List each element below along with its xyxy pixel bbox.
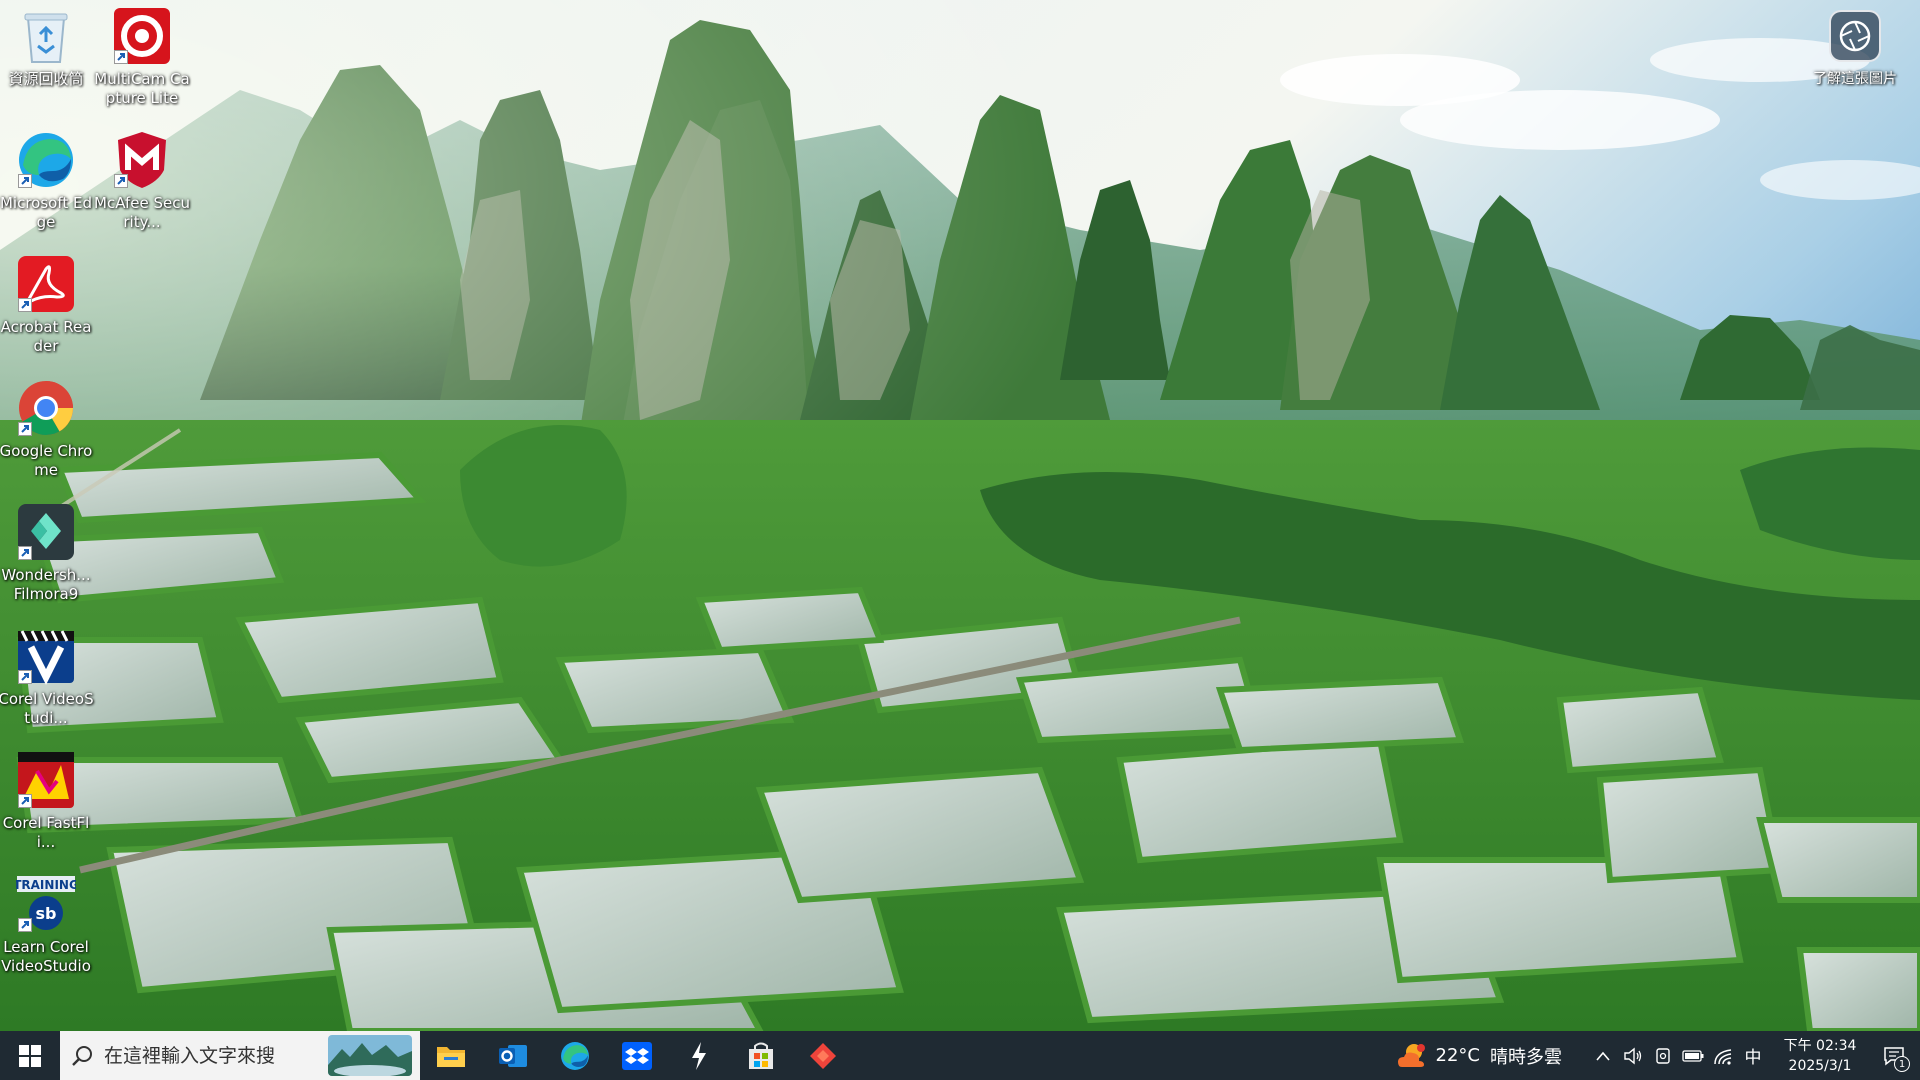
search-highlight-image[interactable] [328, 1035, 412, 1076]
desktop-icon-videostudio[interactable]: Corel VideoStudi... [0, 620, 94, 736]
desktop-icon-mcafee[interactable]: McAfee Security... [94, 124, 190, 240]
svg-text:TRAINING: TRAINING [16, 878, 76, 892]
search-input[interactable] [104, 1044, 334, 1067]
desktop-icon-grid: 資源回收筒 MultiCam Capture Lite Microsoft Ed… [0, 0, 200, 1031]
start-button[interactable] [0, 1031, 60, 1080]
partly-cloudy-icon [1397, 1043, 1425, 1067]
shortcut-arrow-icon [18, 546, 32, 560]
desktop-icon-label: Corel VideoStudi... [0, 690, 94, 727]
shortcut-arrow-icon [18, 918, 32, 932]
desktop-wallpaper [0, 0, 1920, 1031]
videostudio-icon [16, 626, 76, 686]
edge-icon [561, 1041, 589, 1070]
clock-time: 下午 02:34 [1783, 1037, 1857, 1054]
taskbar-anydesk[interactable] [792, 1031, 854, 1080]
taskbar-clock[interactable]: 下午 02:34 2025/3/1 [1772, 1036, 1868, 1076]
desktop-icon-learn-videostudio[interactable]: TRAINING sb Learn Corel VideoStudio [0, 868, 94, 984]
taskbar-file-explorer[interactable] [420, 1031, 482, 1080]
acrobat-icon [16, 254, 76, 314]
store-icon [749, 1042, 773, 1069]
edge-icon [16, 130, 76, 190]
show-hidden-icons[interactable] [1588, 1031, 1618, 1080]
desktop-icon-label: Acrobat Reader [0, 318, 92, 355]
svg-text:sb: sb [36, 904, 57, 923]
taskbar-microsoft-store[interactable] [730, 1031, 792, 1080]
desktop-icon-edge[interactable]: Microsoft Edge [0, 124, 94, 240]
shortcut-arrow-icon [18, 298, 32, 312]
shortcut-arrow-icon [18, 670, 32, 684]
desktop-icon-label: Learn Corel VideoStudio [1, 938, 91, 975]
desktop-icon-fastflick[interactable]: Corel FastFli... [0, 744, 94, 860]
diamond-icon [810, 1042, 836, 1069]
learn-about-picture[interactable]: 了解這張圖片 [1800, 10, 1910, 88]
camera-aperture-icon [1829, 10, 1881, 62]
meet-now-button[interactable] [1648, 1031, 1678, 1080]
bolt-icon [692, 1041, 706, 1070]
fastflick-icon [16, 750, 76, 810]
speaker-icon [1624, 1047, 1642, 1064]
system-tray: 22°C 晴時多雲 中 下午 02:34 2025/3/1 1 [1396, 1031, 1920, 1080]
multicam-icon [112, 6, 172, 66]
weather-temp: 22°C [1435, 1045, 1480, 1066]
learn-about-picture-label: 了解這張圖片 [1813, 71, 1897, 87]
desktop-icon-label: Google Chrome [0, 442, 93, 479]
shortcut-arrow-icon [18, 422, 32, 436]
chrome-icon [16, 378, 76, 438]
mcafee-icon [112, 130, 172, 190]
taskbar-winamp[interactable] [668, 1031, 730, 1080]
desktop-icon-filmora[interactable]: Wondersh... Filmora9 [0, 496, 94, 612]
windows-logo-icon [19, 1044, 41, 1067]
filmora-icon [16, 502, 76, 562]
weather-desc: 晴時多雲 [1490, 1046, 1562, 1068]
desktop-icon-label: MultiCam Capture Lite [94, 70, 190, 107]
desktop-icon-label: McAfee Security... [94, 194, 190, 231]
chevron-up-icon [1596, 1051, 1610, 1061]
folder-icon [437, 1046, 465, 1067]
notification-count-badge: 1 [1894, 1056, 1910, 1072]
notification-center-button[interactable]: 1 [1868, 1031, 1920, 1080]
desktop-icon-chrome[interactable]: Google Chrome [0, 372, 94, 488]
desktop-icon-label: Corel FastFli... [2, 814, 90, 851]
desktop-icon-multicam[interactable]: MultiCam Capture Lite [94, 0, 190, 116]
device-icon [1656, 1047, 1670, 1064]
shortcut-arrow-icon [18, 174, 32, 188]
input-method-indicator[interactable]: 中 [1738, 1031, 1768, 1080]
volume-button[interactable] [1618, 1031, 1648, 1080]
recycle-bin-icon [16, 6, 76, 66]
desktop-icon-recycle-bin[interactable]: 資源回收筒 [0, 0, 94, 116]
learn-videostudio-icon: TRAINING sb [16, 874, 76, 934]
shortcut-arrow-icon [114, 50, 128, 64]
taskbar-edge[interactable] [544, 1031, 606, 1080]
network-button[interactable] [1708, 1031, 1738, 1080]
desktop-icon-label: Wondersh... Filmora9 [1, 566, 91, 603]
wifi-icon [1714, 1048, 1732, 1065]
battery-icon [1682, 1049, 1704, 1062]
taskbar: 22°C 晴時多雲 中 下午 02:34 2025/3/1 1 [0, 1031, 1920, 1080]
shortcut-arrow-icon [114, 174, 128, 188]
clock-date: 2025/3/1 [1788, 1057, 1852, 1074]
dropbox-icon [622, 1041, 652, 1070]
weather-widget[interactable]: 22°C 晴時多雲 [1396, 1041, 1562, 1071]
taskbar-search[interactable] [60, 1031, 420, 1080]
taskbar-outlook[interactable] [482, 1031, 544, 1080]
shortcut-arrow-icon [18, 794, 32, 808]
desktop-icon-label: Microsoft Edge [0, 194, 93, 231]
outlook-icon [499, 1044, 527, 1067]
taskbar-dropbox[interactable] [606, 1031, 668, 1080]
desktop-icon-acrobat[interactable]: Acrobat Reader [0, 248, 94, 364]
search-icon [60, 1045, 104, 1067]
battery-button[interactable] [1678, 1031, 1708, 1080]
desktop-icon-label: 資源回收筒 [8, 70, 84, 88]
